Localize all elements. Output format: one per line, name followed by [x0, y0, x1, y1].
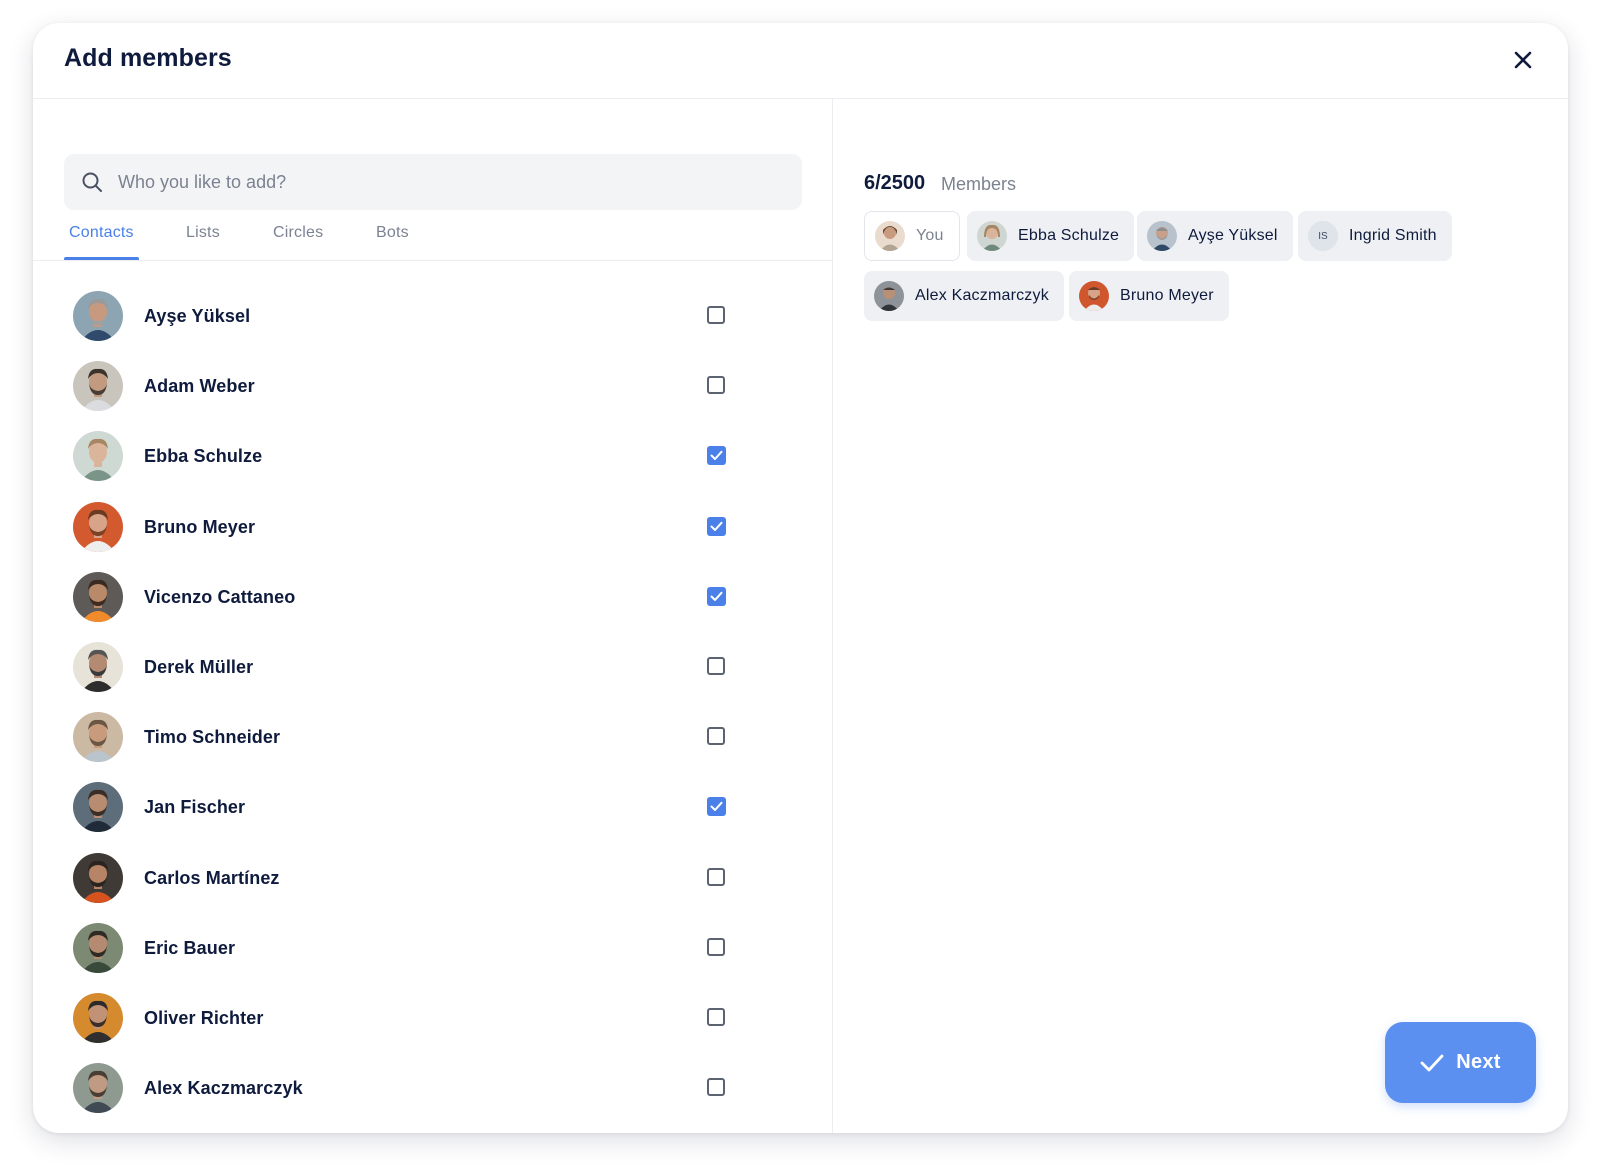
avatar — [73, 852, 123, 903]
contact-row[interactable]: Adam Weber — [33, 351, 832, 421]
search-input[interactable] — [118, 154, 778, 210]
member-count: 6/2500 — [864, 172, 926, 194]
avatar — [977, 221, 1007, 251]
add-members-dialog: Add members Contacts Lists Circles Bots … — [33, 23, 1568, 1133]
chip-label: Ebba Schulze — [1018, 227, 1120, 244]
chip-label: Ingrid Smith — [1349, 227, 1437, 244]
contact-row[interactable]: Oliver Richter — [33, 983, 832, 1053]
chip-label: Ayşe Yüksel — [1188, 227, 1278, 244]
next-button-label: Next — [1456, 1051, 1501, 1073]
contact-name: Carlos Martínez — [144, 867, 280, 888]
checkmark-icon — [710, 521, 723, 531]
avatar — [73, 501, 123, 552]
avatar — [875, 221, 905, 251]
member-count-label: Members — [941, 174, 1017, 194]
avatar — [1079, 281, 1109, 311]
contact-name: Vicenzo Cattaneo — [144, 586, 296, 607]
contact-checkbox[interactable] — [707, 306, 725, 324]
contact-checkbox[interactable] — [707, 516, 726, 536]
checkmark-icon — [710, 802, 723, 812]
contact-checkbox[interactable] — [707, 727, 725, 746]
chip-label: Bruno Meyer — [1120, 287, 1214, 304]
avatar — [73, 361, 123, 412]
member-chip[interactable]: Ebba Schulze — [967, 211, 1135, 261]
contact-row[interactable]: Ayşe Yüksel — [33, 281, 832, 351]
tab-circles[interactable]: Circles — [273, 224, 323, 242]
search-box[interactable] — [64, 154, 802, 210]
tab-bots[interactable]: Bots — [376, 224, 409, 242]
contact-row[interactable]: Derek Müller — [33, 632, 832, 702]
close-icon — [1514, 51, 1532, 69]
contact-checkbox[interactable] — [707, 446, 726, 466]
avatar — [73, 291, 123, 341]
contact-name: Bruno Meyer — [144, 516, 256, 537]
dialog-header: Add members — [33, 23, 1568, 99]
contact-checkbox[interactable] — [707, 376, 725, 395]
contact-name: Eric Bauer — [144, 937, 236, 958]
close-button[interactable] — [1508, 45, 1538, 75]
contact-row[interactable]: Eric Bauer — [33, 913, 832, 983]
member-chip[interactable]: Bruno Meyer — [1069, 271, 1229, 321]
tab-contacts[interactable]: Contacts — [69, 224, 134, 242]
members-pane: 6/2500 Members You Ebba Schulze Ayşe Yük… — [833, 99, 1568, 1133]
avatar — [73, 431, 123, 482]
contact-name: Timo Schneider — [144, 727, 281, 748]
contact-name: Alex Kaczmarczyk — [144, 1078, 303, 1099]
contact-name: Adam Weber — [144, 376, 255, 397]
contact-row[interactable]: Alex Kaczmarczyk — [33, 1053, 832, 1123]
avatar — [73, 993, 123, 1043]
next-button[interactable]: Next — [1385, 1022, 1536, 1103]
member-chip[interactable]: Ayşe Yüksel — [1137, 211, 1293, 261]
chip-label: Alex Kaczmarczyk — [915, 287, 1049, 304]
contact-name: Oliver Richter — [144, 1008, 264, 1028]
check-icon — [1420, 1054, 1444, 1071]
contact-row[interactable]: Timo Schneider — [33, 702, 832, 772]
avatar — [73, 712, 123, 763]
contact-list: Ayşe Yüksel Adam Weber Ebba Schulze Bruno M… — [33, 261, 832, 1133]
checkmark-icon — [710, 451, 723, 461]
avatar — [73, 571, 123, 622]
contact-checkbox[interactable] — [707, 586, 726, 606]
search-icon — [82, 172, 102, 192]
member-chip[interactable]: IS Ingrid Smith — [1298, 211, 1452, 261]
member-chip[interactable]: Alex Kaczmarczyk — [864, 271, 1064, 321]
avatar — [1147, 221, 1177, 251]
avatar — [73, 782, 123, 833]
checkmark-icon — [710, 591, 723, 601]
tabs: Contacts Lists Circles Bots — [64, 220, 802, 260]
member-chip-you: You — [864, 211, 960, 261]
contact-checkbox[interactable] — [707, 1008, 725, 1026]
contact-row[interactable]: Jan Fischer — [33, 772, 832, 842]
avatar — [73, 922, 123, 973]
contact-checkbox[interactable] — [707, 867, 725, 886]
contacts-pane: Contacts Lists Circles Bots Ayşe YükselA… — [33, 99, 833, 1133]
contact-name: Ebba Schulze — [144, 446, 263, 467]
contact-row[interactable]: Vicenzo Cattaneo — [33, 562, 832, 632]
chip-label: You — [916, 227, 944, 244]
contact-name: Jan Fischer — [144, 797, 246, 818]
contact-name: Ayşe Yüksel — [144, 306, 251, 326]
dialog-title: Add members — [64, 44, 232, 72]
avatar-initials: IS — [1308, 221, 1338, 251]
avatar — [73, 642, 123, 692]
contact-checkbox[interactable] — [707, 657, 725, 675]
contact-row[interactable]: Bruno Meyer — [33, 492, 832, 562]
tab-lists[interactable]: Lists — [186, 224, 220, 242]
contact-row[interactable]: Carlos Martínez — [33, 843, 832, 913]
contact-name: Derek Müller — [144, 657, 254, 677]
contact-checkbox[interactable] — [707, 797, 726, 817]
avatar — [874, 281, 904, 311]
contact-checkbox[interactable] — [707, 937, 725, 956]
contact-row[interactable]: Ebba Schulze — [33, 421, 832, 491]
avatar — [73, 1063, 123, 1114]
contact-checkbox[interactable] — [707, 1078, 725, 1097]
